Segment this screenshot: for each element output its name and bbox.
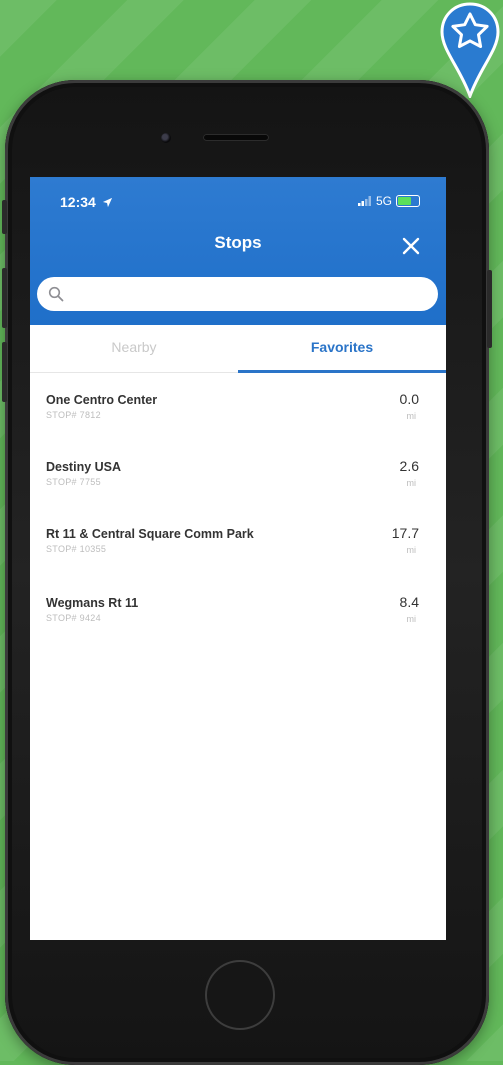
list-item[interactable]: Destiny USA STOP# 7755 2.6 mi (30, 440, 446, 500)
stop-distance: 8.4 (399, 594, 419, 610)
phone-front-camera (161, 133, 171, 143)
search-input[interactable] (71, 284, 438, 304)
phone-mute-switch (2, 200, 7, 234)
battery-icon (396, 195, 420, 207)
stop-name: Rt 11 & Central Square Comm Park (46, 527, 254, 541)
search-icon (48, 286, 64, 302)
search-bar[interactable] (37, 277, 438, 311)
phone-volume-down (2, 342, 7, 402)
status-indicators: 5G (357, 194, 420, 208)
phone-home-button[interactable] (205, 960, 275, 1030)
stop-name: Destiny USA (46, 460, 122, 474)
stop-distance: 17.7 (391, 525, 419, 541)
network-label: 5G (375, 194, 392, 208)
stop-name: One Centro Center (46, 393, 158, 407)
distance-unit: mi (406, 614, 417, 624)
location-arrow-icon (102, 197, 112, 208)
app-header: 12:34 5G Stops (30, 177, 446, 325)
distance-unit: mi (406, 478, 417, 488)
phone-power-button (487, 270, 492, 348)
close-icon[interactable] (401, 236, 421, 256)
phone-speaker (203, 134, 269, 141)
list-item[interactable]: Wegmans Rt 11 STOP# 9424 8.4 mi (30, 576, 446, 636)
distance-unit: mi (406, 411, 417, 421)
stop-number: STOP# 10355 (46, 544, 107, 554)
stop-distance: 0.0 (399, 391, 419, 407)
app-screen: 12:34 5G Stops Nearby Favorites One Cent… (30, 177, 446, 940)
status-time: 12:34 (60, 194, 113, 210)
tab-favorites[interactable]: Favorites (238, 325, 446, 372)
stop-name: Wegmans Rt 11 (46, 596, 139, 610)
distance-unit: mi (406, 545, 417, 555)
list-item[interactable]: One Centro Center STOP# 7812 0.0 mi (30, 373, 446, 433)
stop-number: STOP# 7755 (46, 477, 101, 487)
stop-number: STOP# 7812 (46, 410, 101, 420)
page-title: Stops (214, 233, 262, 252)
favorite-star-map-pin-icon (440, 2, 500, 98)
list-item[interactable]: Rt 11 & Central Square Comm Park STOP# 1… (30, 507, 446, 567)
signal-icon (357, 196, 371, 206)
stop-number: STOP# 9424 (46, 613, 101, 623)
tab-nearby[interactable]: Nearby (30, 325, 238, 372)
phone-volume-up (2, 268, 7, 328)
tab-bar: Nearby Favorites (30, 325, 446, 373)
stop-distance: 2.6 (399, 458, 419, 474)
